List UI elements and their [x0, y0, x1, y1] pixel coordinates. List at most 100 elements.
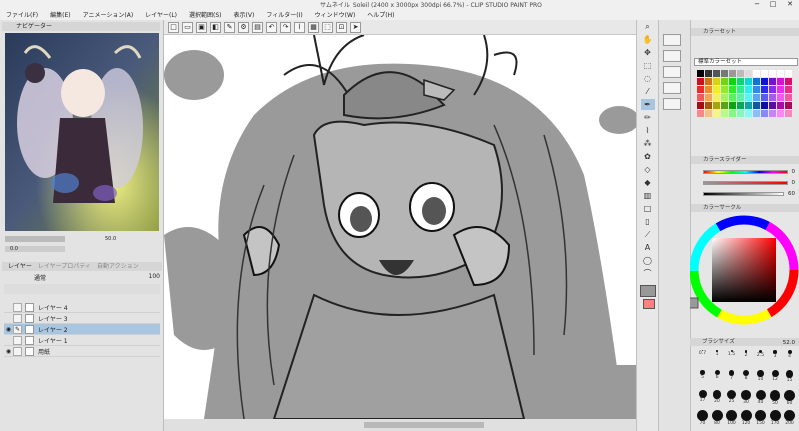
brush-size-option[interactable]: 5 — [696, 370, 709, 380]
brush-size-option[interactable]: 8 — [740, 370, 753, 381]
lock-toggle[interactable] — [13, 346, 22, 356]
ruler-icon[interactable]: ⟋ — [641, 229, 655, 240]
color-swatch[interactable] — [737, 78, 744, 85]
color-swatch[interactable] — [753, 110, 760, 117]
hand-icon[interactable]: ✋ — [641, 34, 655, 45]
clip-icon[interactable]: ◧ — [210, 21, 221, 33]
brush-size-option[interactable]: 80 — [711, 410, 724, 426]
color-swatch[interactable] — [721, 110, 728, 117]
color-swatch[interactable] — [777, 94, 784, 101]
color-swatch[interactable] — [721, 70, 728, 77]
brush-size-option[interactable]: 30 — [740, 390, 753, 405]
menu-layer[interactable]: レイヤー(L) — [139, 10, 183, 19]
layer-row[interactable]: レイヤー 1 — [4, 335, 160, 346]
subtool-button[interactable] — [663, 34, 681, 46]
print-icon[interactable]: ▤ — [252, 21, 263, 33]
redo-icon[interactable]: ↷ — [280, 21, 291, 33]
color-swatch[interactable] — [729, 86, 736, 93]
drawing-canvas[interactable] — [164, 35, 636, 419]
color-swatch[interactable] — [745, 102, 752, 109]
color-swatch[interactable] — [713, 110, 720, 117]
color-swatch[interactable] — [745, 94, 752, 101]
color-swatch[interactable] — [729, 102, 736, 109]
scrollbar-thumb[interactable] — [364, 422, 484, 428]
color-swatch[interactable] — [777, 78, 784, 85]
eye-icon[interactable]: ◉ — [4, 326, 13, 333]
brush-size-option[interactable]: 12 — [769, 370, 782, 382]
canvas-scrollbar[interactable] — [164, 419, 636, 431]
new-file-icon[interactable]: □ — [168, 21, 179, 33]
brush-size-option[interactable]: 60 — [783, 390, 796, 406]
color-swatch[interactable] — [761, 110, 768, 117]
color-swatch[interactable] — [729, 78, 736, 85]
brush-size-option[interactable]: 40 — [754, 390, 767, 405]
color-swatch[interactable] — [721, 78, 728, 85]
color-swatch[interactable] — [745, 70, 752, 77]
eraser-icon[interactable]: ◇ — [641, 164, 655, 175]
color-wheel[interactable] — [687, 214, 799, 334]
layers-icon[interactable]: ▦ — [308, 21, 319, 33]
color-swatch[interactable] — [745, 110, 752, 117]
color-swatch[interactable] — [769, 110, 776, 117]
pen-icon[interactable]: ✒ — [640, 99, 655, 110]
color-swatch[interactable] — [785, 86, 792, 93]
color-swatch[interactable] — [713, 86, 720, 93]
color-swatch[interactable] — [761, 78, 768, 85]
brush-size-option[interactable]: 70 — [696, 410, 709, 426]
color-swatch[interactable] — [777, 110, 784, 117]
color-swatch[interactable] — [753, 94, 760, 101]
color-swatch[interactable] — [753, 102, 760, 109]
brush-size-option[interactable]: 4 — [783, 350, 796, 359]
brush-size-option[interactable]: 120 — [740, 410, 753, 426]
select-icon[interactable]: ⬚ — [322, 21, 333, 33]
eye-icon[interactable]: ◉ — [4, 348, 13, 355]
close-button[interactable]: ✕ — [783, 0, 797, 8]
text-icon[interactable]: A — [641, 242, 655, 253]
color-swatch[interactable] — [769, 94, 776, 101]
color-swatch[interactable] — [785, 94, 792, 101]
blend-mode-select[interactable]: 通常 — [4, 273, 46, 282]
color-swatch[interactable] — [785, 70, 792, 77]
hue-slider[interactable]: 0 — [699, 167, 795, 176]
color-swatch[interactable] — [785, 110, 792, 117]
color-swatch[interactable] — [745, 78, 752, 85]
brush-size-option[interactable]: 150 — [754, 410, 767, 426]
color-swatch[interactable] — [745, 86, 752, 93]
brush-size-option[interactable]: 17 — [696, 390, 709, 403]
brush-size-option[interactable]: 1.5 — [725, 350, 738, 357]
tab-layer[interactable]: レイヤー — [8, 262, 32, 271]
value-slider[interactable]: 60 — [699, 189, 795, 198]
color-swatch[interactable] — [697, 86, 704, 93]
brush-size-option[interactable]: 1 — [711, 350, 724, 357]
balloon-icon[interactable]: ◯ — [641, 255, 655, 266]
color-swatch[interactable] — [697, 70, 704, 77]
subtool-button[interactable] — [663, 98, 681, 110]
menu-help[interactable]: ヘルプ(H) — [361, 10, 400, 19]
color-swatch[interactable] — [721, 94, 728, 101]
color-swatch[interactable] — [761, 94, 768, 101]
eyedropper-icon[interactable]: ⁄ — [641, 86, 655, 97]
layer-row[interactable]: レイヤー 4 — [4, 302, 160, 313]
sub-color-swatch[interactable] — [643, 299, 655, 309]
line-fix-icon[interactable]: ⌒ — [641, 268, 655, 279]
color-swatch[interactable] — [713, 94, 720, 101]
lasso-icon[interactable]: ◌ — [641, 73, 655, 84]
color-swatch[interactable] — [705, 94, 712, 101]
color-swatch[interactable] — [777, 86, 784, 93]
color-swatch[interactable] — [705, 102, 712, 109]
color-swatch[interactable] — [777, 102, 784, 109]
saturation-slider[interactable]: 0 — [699, 178, 795, 187]
tab-layer-property[interactable]: レイヤープロパティ — [38, 262, 91, 271]
color-swatch[interactable] — [697, 110, 704, 117]
main-color-swatch[interactable] — [639, 285, 656, 297]
pen-icon[interactable]: ✎ — [13, 324, 22, 334]
menu-filter[interactable]: フィルター(I) — [260, 10, 308, 19]
brush-size-option[interactable]: 15 — [783, 370, 796, 383]
menu-window[interactable]: ウィンドウ(W) — [309, 10, 362, 19]
color-swatch[interactable] — [713, 78, 720, 85]
layer-row-selected[interactable]: ◉ ✎ レイヤー 2 — [4, 324, 160, 335]
select-icon[interactable]: ⬚ — [641, 60, 655, 71]
brush-size-option[interactable]: 2 — [740, 350, 753, 358]
brush-size-option[interactable]: 6 — [711, 370, 724, 380]
color-swatch[interactable] — [761, 70, 768, 77]
